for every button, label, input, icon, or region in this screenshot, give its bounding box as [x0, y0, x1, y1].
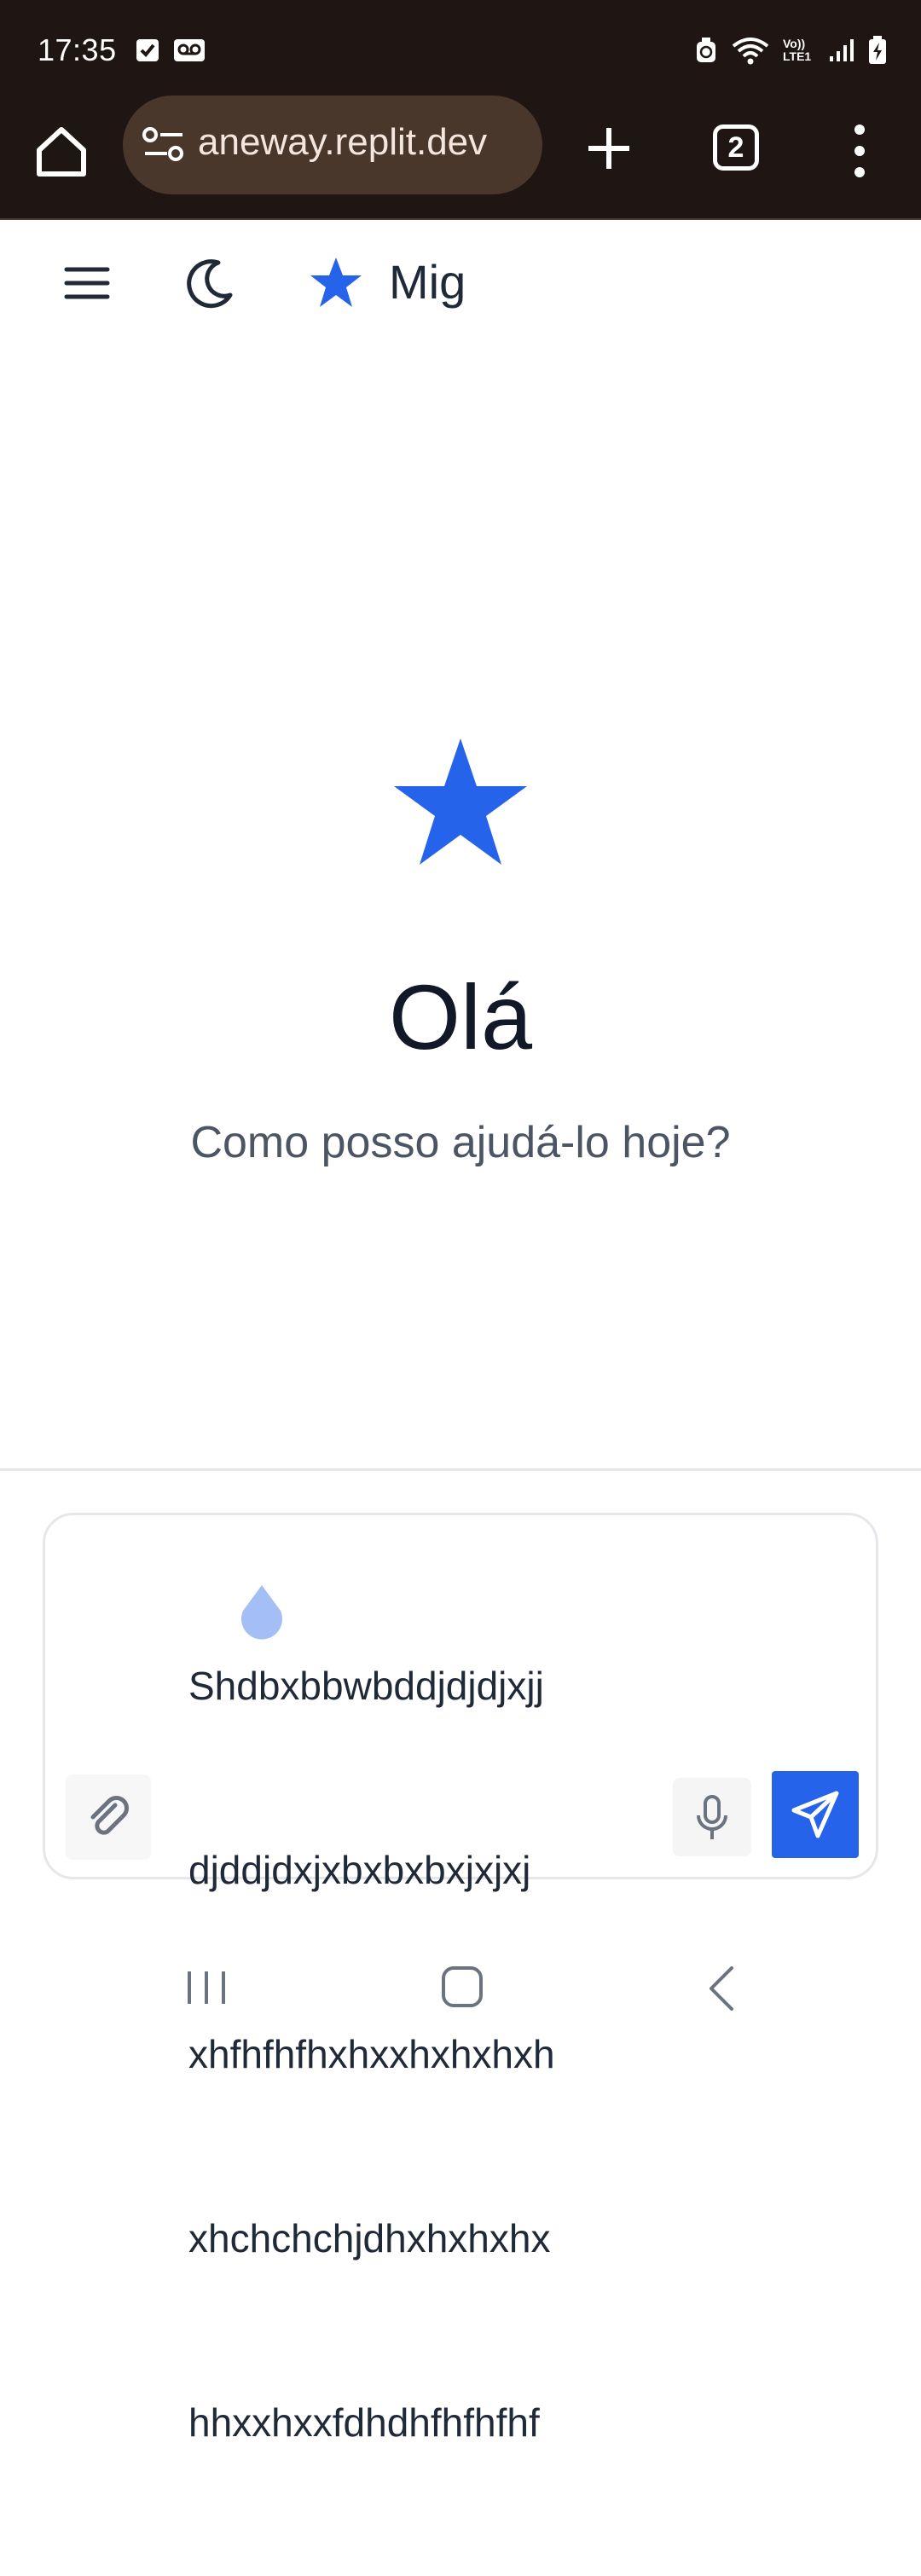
recents-icon[interactable]: [182, 1968, 230, 2007]
paperclip-icon: [90, 1796, 129, 1835]
hero-title: Olá: [388, 965, 533, 1068]
message-input[interactable]: Shdbxbbwbddjdjdjxjj djddjdxjxbxbxbxjxjxj…: [188, 1532, 666, 2576]
star-icon: [310, 258, 362, 307]
back-icon[interactable]: [704, 1965, 739, 2012]
checkbox-notification-icon: [136, 39, 159, 61]
brand-name: Mig: [389, 255, 466, 309]
send-button[interactable]: [772, 1771, 859, 1858]
url-pill[interactable]: aneway.replit.dev: [123, 96, 542, 194]
hero-subtitle: Como posso ajudá-lo hoje?: [190, 1118, 731, 1167]
message-composer: Shdbxbbwbddjdjdjxjj djddjdxjxbxbxbxjxjxj…: [43, 1513, 878, 2445]
home-nav-icon[interactable]: [440, 1965, 484, 2009]
attach-button[interactable]: [66, 1774, 151, 1860]
app-header: Mig: [0, 220, 921, 348]
volte-label: Vo)) LTE1: [783, 37, 812, 63]
microphone-icon: [697, 1795, 727, 1839]
alarm-icon: [697, 38, 715, 62]
url-text: aneway.replit.dev: [198, 121, 488, 163]
more-vert-icon[interactable]: [844, 119, 875, 182]
wifi-icon: [732, 38, 769, 65]
message-input-line: djddjdxjxbxbxbxjxjxj: [188, 1848, 531, 1892]
hero-star-icon: [394, 738, 527, 865]
status-right-icons: Vo)) LTE1: [694, 36, 887, 65]
message-input-line: hhxxhxxfdhdhfhfhfhf: [188, 2400, 540, 2445]
tab-count-button[interactable]: 2: [713, 124, 759, 171]
microphone-button[interactable]: [673, 1778, 751, 1856]
status-bar: 17:35 Vo)) LTE1: [0, 0, 921, 101]
message-input-line: Shdbxbbwbddjdjdjxjj: [188, 1664, 544, 1708]
home-icon[interactable]: [32, 123, 90, 181]
address-bar[interactable]: aneway.replit.dev: [123, 96, 542, 194]
plus-icon[interactable]: [582, 121, 636, 176]
voicemail-icon: [174, 39, 205, 61]
moon-icon[interactable]: [184, 258, 235, 309]
signal-icon: [830, 39, 854, 61]
site-settings-icon[interactable]: [142, 126, 186, 164]
status-left-icons: [135, 38, 206, 63]
message-input-line: xhchchchjdhxhxhxhx: [188, 2216, 551, 2261]
system-nav-bar: [0, 1936, 921, 2038]
send-icon: [791, 1791, 839, 1838]
text-cursor-handle[interactable]: [238, 1583, 286, 1640]
battery-charging-icon: [869, 36, 886, 64]
composer-divider: [0, 1468, 921, 1471]
status-time: 17:35: [38, 32, 117, 67]
hamburger-menu-icon[interactable]: [63, 264, 111, 302]
